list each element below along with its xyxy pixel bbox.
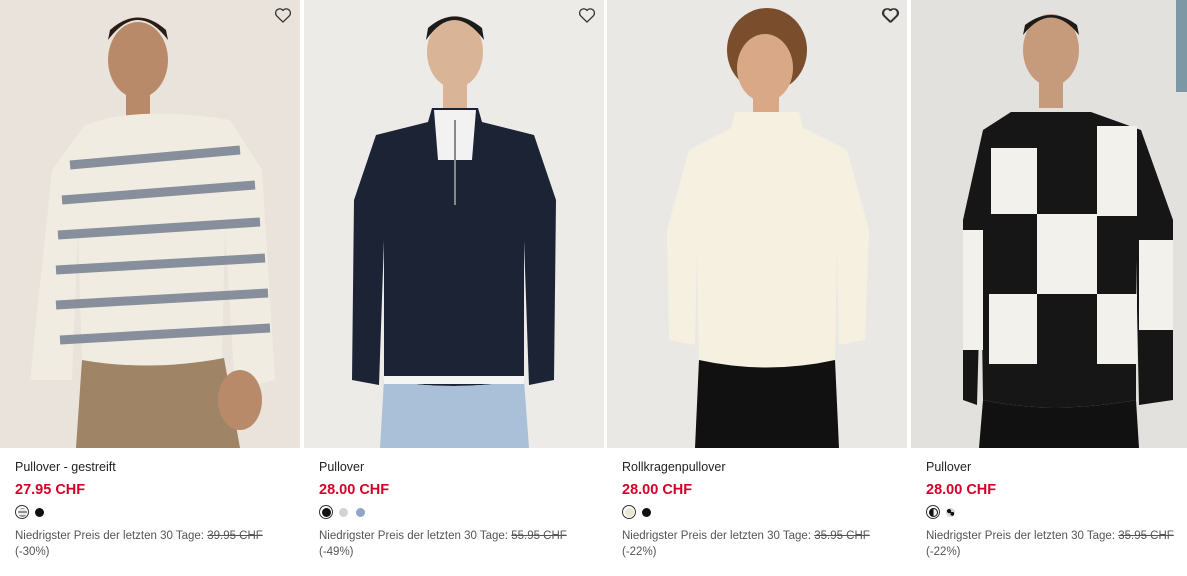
product-grid: Pullover - gestreift 27.95 CHF Niedrigst… xyxy=(0,0,1187,576)
color-swatches xyxy=(15,504,295,520)
favorite-heart-icon[interactable] xyxy=(273,5,293,25)
product-price: 28.00 CHF xyxy=(319,482,390,498)
lowest-price-note: Niedrigster Preis der letzten 30 Tage: 3… xyxy=(15,529,295,543)
lowest-price-label: Niedrigster Preis der letzten 30 Tage: xyxy=(15,530,204,542)
product-card[interactable]: Pullover 28.00 CHF Niedrigster Preis der… xyxy=(882,0,1187,576)
discount-percent: (-22%) xyxy=(926,546,961,558)
favorite-heart-icon[interactable] xyxy=(577,5,597,25)
color-swatches xyxy=(319,504,599,520)
product-name[interactable]: Pullover - gestreift xyxy=(15,458,295,476)
feedback-side-tab[interactable] xyxy=(1176,0,1187,92)
color-swatches xyxy=(622,504,902,520)
product-info: Rollkragenpullover 28.00 CHF Niedrigster… xyxy=(622,458,902,559)
product-price: 28.00 CHF xyxy=(926,482,997,498)
product-image[interactable] xyxy=(911,0,1187,448)
product-info: Pullover 28.00 CHF Niedrigster Preis der… xyxy=(926,458,1187,559)
lowest-price-note: Niedrigster Preis der letzten 30 Tage: 3… xyxy=(622,529,902,543)
color-swatch-black[interactable] xyxy=(32,505,46,519)
lowest-price-note: Niedrigster Preis der letzten 30 Tage: 3… xyxy=(926,529,1187,543)
discount-percent: (-30%) xyxy=(15,546,50,558)
color-swatch-light-blue[interactable] xyxy=(353,505,367,519)
product-info: Pullover 28.00 CHF Niedrigster Preis der… xyxy=(319,458,599,559)
lowest-price-label: Niedrigster Preis der letzten 30 Tage: xyxy=(319,530,508,542)
old-price: 39.95 CHF xyxy=(207,530,263,542)
color-swatch-black[interactable] xyxy=(639,505,653,519)
favorite-heart-icon[interactable] xyxy=(881,5,901,25)
old-price: 35.95 CHF xyxy=(814,530,870,542)
product-card[interactable]: Pullover 28.00 CHF Niedrigster Preis der… xyxy=(304,0,604,576)
product-card[interactable]: Rollkragenpullover 28.00 CHF Niedrigster… xyxy=(607,0,907,576)
old-price: 35.95 CHF xyxy=(1118,530,1174,542)
product-image[interactable] xyxy=(0,0,300,448)
product-name[interactable]: Pullover xyxy=(319,458,599,476)
product-card[interactable]: Pullover - gestreift 27.95 CHF Niedrigst… xyxy=(0,0,300,576)
product-image[interactable] xyxy=(607,0,907,448)
product-price: 27.95 CHF xyxy=(15,482,86,498)
color-swatch-black[interactable] xyxy=(319,505,333,519)
color-swatch-light-grey[interactable] xyxy=(336,505,350,519)
old-price: 55.95 CHF xyxy=(511,530,567,542)
product-price: 28.00 CHF xyxy=(622,482,693,498)
product-name[interactable]: Rollkragenpullover xyxy=(622,458,902,476)
discount-percent: (-49%) xyxy=(319,546,354,558)
color-swatch-cream[interactable] xyxy=(622,505,636,519)
product-image[interactable] xyxy=(304,0,604,448)
discount-percent: (-22%) xyxy=(622,546,657,558)
lowest-price-note: Niedrigster Preis der letzten 30 Tage: 5… xyxy=(319,529,599,543)
lowest-price-label: Niedrigster Preis der letzten 30 Tage: xyxy=(926,530,1115,542)
lowest-price-label: Niedrigster Preis der letzten 30 Tage: xyxy=(622,530,811,542)
product-info: Pullover - gestreift 27.95 CHF Niedrigst… xyxy=(15,458,295,559)
color-swatch-striped[interactable] xyxy=(15,505,29,519)
color-swatches xyxy=(926,504,1187,520)
color-swatch-black-white[interactable] xyxy=(926,505,940,519)
product-name[interactable]: Pullover xyxy=(926,458,1187,476)
color-swatch-speckled[interactable] xyxy=(943,505,957,519)
